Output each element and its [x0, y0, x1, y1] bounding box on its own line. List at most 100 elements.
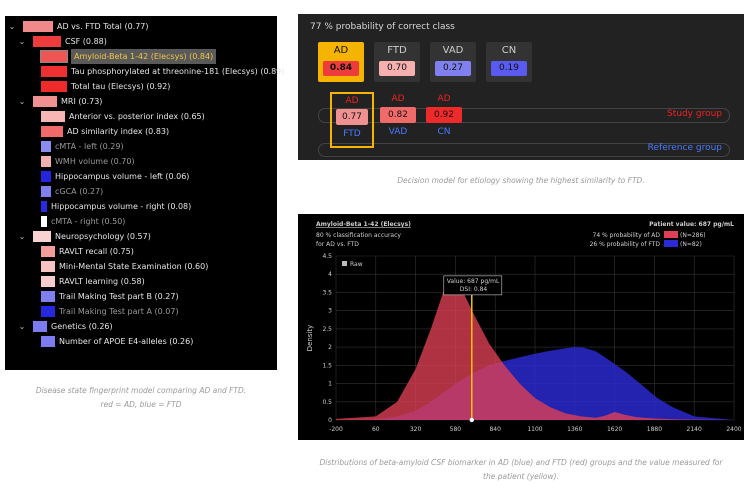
class-tile[interactable]: VAD 0.27 [430, 42, 476, 82]
fingerprint-tree-panel: ⌄ AD vs. FTD Total (0.77) ⌄ CSF (0.88) Amylo… [5, 16, 284, 370]
distribution-caption-line1: Distributions of beta-amyloid CSF biomar… [319, 458, 723, 467]
comparison-column[interactable]: AD 0.82 VAD [376, 92, 420, 148]
score-bar [41, 171, 51, 182]
y-tick-label: 1 [328, 381, 332, 388]
tree-row-label: CSF (0.88) [65, 37, 107, 46]
tree-row[interactable]: Tau phosphorylated at threonine-181 (Ele… [5, 64, 284, 79]
group-comparison: Study group Reference group AD 0.77 FTD AD 0… [318, 92, 730, 157]
tree-row[interactable]: cMTA - right (0.50) [5, 214, 277, 229]
tooltip-value: Value: 687 pg/mL [447, 278, 500, 285]
tree-caption-line1: Disease state fingerprint model comparin… [35, 386, 247, 395]
comparison-reference-label: FTD [343, 129, 361, 139]
tree-row[interactable]: RAVLT learning (0.58) [5, 274, 277, 289]
tree-row[interactable]: AD similarity index (0.83) [5, 124, 277, 139]
class-tile[interactable]: FTD 0.70 [374, 42, 420, 82]
screenshot-root: ⌄ AD vs. FTD Total (0.77) ⌄ CSF (0.88) Amylo… [0, 0, 750, 488]
class-tile-label: VAD [442, 45, 464, 56]
chevron-down-icon[interactable]: ⌄ [17, 319, 27, 334]
raw-label: Raw [350, 261, 363, 268]
class-tile[interactable]: AD 0.84 [318, 42, 364, 82]
decision-title: 77 % probability of correct class [310, 22, 455, 32]
tree-row-label: Mini-Mental State Examination (0.60) [59, 262, 209, 271]
tree-row[interactable]: Mini-Mental State Examination (0.60) [5, 259, 277, 274]
score-bar [41, 126, 63, 137]
score-bar [33, 321, 47, 332]
x-tick-label: 1100 [527, 426, 542, 433]
score-bar [41, 66, 67, 77]
score-bar [41, 141, 51, 152]
tree-row-label: Neuropsychology (0.57) [55, 232, 151, 241]
score-bar [41, 336, 55, 347]
legend-ad-count: (N=286) [680, 232, 706, 239]
tree-row-label: Amyloid-Beta 1-42 (Elecsys) (0.84) [71, 49, 217, 64]
tooltip-dsi: DSI: 0.84 [460, 286, 488, 293]
tree-row[interactable]: ⌄ Genetics (0.26) [5, 319, 277, 334]
tree-row[interactable]: Amyloid-Beta 1-42 (Elecsys) (0.84) [5, 49, 277, 64]
tree-row[interactable]: ⌄ Neuropsychology (0.57) [5, 229, 277, 244]
chevron-down-icon[interactable]: ⌄ [17, 34, 27, 49]
decision-caption: Decision model for etiology showing the … [397, 176, 645, 185]
comparison-value: 0.77 [336, 109, 368, 125]
tree-row[interactable]: ⌄ AD vs. FTD Total (0.77) [5, 19, 277, 34]
comparison-column[interactable]: AD 0.92 CN [422, 92, 466, 148]
class-tile-value: 0.27 [435, 61, 471, 76]
tree-row-label: RAVLT learning (0.58) [59, 277, 145, 286]
tree-row[interactable]: Anterior vs. posterior index (0.65) [5, 109, 277, 124]
chevron-down-icon[interactable]: ⌄ [17, 94, 27, 109]
tree-row-label: Anterior vs. posterior index (0.65) [69, 112, 205, 121]
tree-row[interactable]: ⌄ MRI (0.73) [5, 94, 277, 109]
tree-row[interactable]: cGCA (0.27) [5, 184, 277, 199]
distribution-caption-line2: the patient (yellow). [483, 472, 559, 481]
y-axis-label: Density [306, 325, 314, 352]
tree-row[interactable]: Number of APOE E4-alleles (0.26) [5, 334, 277, 349]
class-tile[interactable]: CN 0.19 [486, 42, 532, 82]
tree-row-label: Hippocampus volume - left (0.06) [55, 172, 190, 181]
tree-row[interactable]: Trail Making Test part B (0.27) [5, 289, 277, 304]
tree-row-label: AD similarity index (0.83) [67, 127, 170, 136]
tree-row[interactable]: Hippocampus volume - left (0.06) [5, 169, 277, 184]
tree-row[interactable]: cMTA - left (0.29) [5, 139, 277, 154]
x-tick-label: -200 [329, 426, 343, 433]
score-bar [40, 50, 68, 63]
density-chart: Amyloid-Beta 1-42 (Elecsys) Patient value… [306, 221, 742, 433]
x-tick-label: 1360 [567, 426, 582, 433]
score-bar [33, 96, 57, 107]
y-tick-label: 4.5 [322, 253, 332, 260]
tree-row[interactable]: RAVLT recall (0.75) [5, 244, 277, 259]
class-tile-label: CN [501, 45, 517, 56]
legend-ad-swatch [664, 231, 678, 238]
chevron-down-icon[interactable]: ⌄ [17, 229, 27, 244]
x-tick-label: 2400 [726, 426, 741, 433]
comparison-value: 0.92 [426, 107, 462, 123]
tree-row[interactable]: ⌄ CSF (0.88) [5, 34, 277, 49]
reference-group-label: Reference group [647, 143, 722, 153]
score-bar [41, 111, 65, 122]
accuracy-line2: for AD vs. FTD [316, 241, 359, 248]
tree-row-label: RAVLT recall (0.75) [59, 247, 134, 256]
chevron-down-icon[interactable]: ⌄ [7, 19, 17, 34]
x-tick-label: 2140 [687, 426, 702, 433]
tree-caption: Disease state fingerprint model comparin… [5, 384, 277, 412]
x-tick-label: 1620 [607, 426, 622, 433]
distribution-panel: Amyloid-Beta 1-42 (Elecsys) Patient value… [298, 214, 744, 440]
score-bar [41, 156, 51, 167]
score-bar [33, 36, 61, 47]
tree-row-label: Hippocampus volume - right (0.08) [51, 202, 192, 211]
comparison-reference-label: CN [437, 127, 451, 137]
tree-row[interactable]: WMH volume (0.70) [5, 154, 277, 169]
x-tick-label: 320 [410, 426, 422, 433]
score-bar [41, 276, 55, 287]
y-tick-label: 0 [328, 417, 332, 424]
tree-row[interactable]: Total tau (Elecsys) (0.92) [5, 79, 277, 94]
x-tick-label: 60 [372, 426, 380, 433]
tree-row[interactable]: Trail Making Test part A (0.07) [5, 304, 277, 319]
tree-row-label: cGCA (0.27) [55, 187, 104, 196]
tree-row[interactable]: Hippocampus volume - right (0.08) [5, 199, 277, 214]
score-bar [41, 81, 67, 92]
study-group-label: Study group [667, 109, 722, 119]
legend-ftd-count: (N=82) [680, 241, 702, 248]
comparison-study-label: AD [345, 96, 359, 106]
comparison-column[interactable]: AD 0.77 FTD [330, 92, 374, 148]
y-tick-label: 3 [328, 308, 332, 315]
legend-ad-label: 74 % probability of AD [593, 232, 661, 239]
